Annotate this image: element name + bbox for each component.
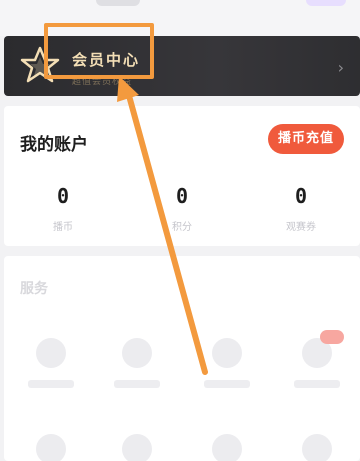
pointer-arrow — [117, 76, 208, 375]
